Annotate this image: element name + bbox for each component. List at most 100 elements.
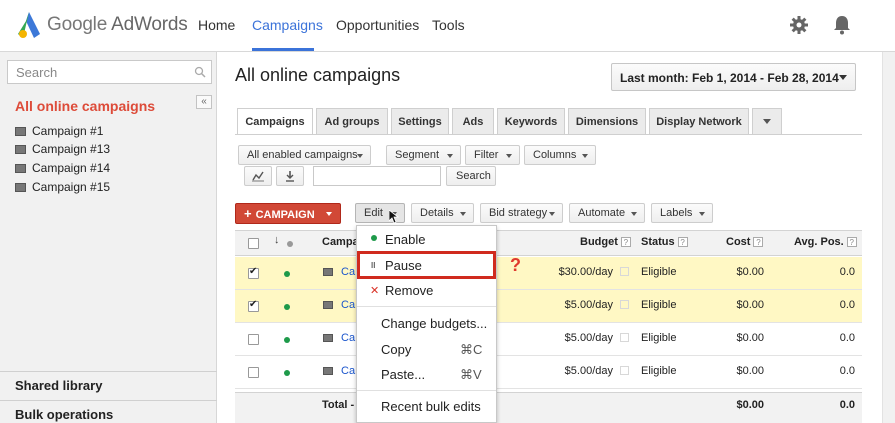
nav-opportunities[interactable]: Opportunities [336, 17, 419, 33]
sort-arrow-icon[interactable]: ↓ [274, 234, 280, 246]
campaign-name-link[interactable]: Ca [341, 266, 355, 278]
chevron-down-icon [447, 154, 453, 158]
nav-tools[interactable]: Tools [432, 17, 465, 33]
campaign-type-icon [323, 301, 333, 309]
logo-adwords-text: AdWords [111, 14, 188, 35]
columns-dropdown[interactable]: Columns [524, 145, 596, 165]
tab-display-network[interactable]: Display Network [649, 108, 749, 134]
menu-item-remove[interactable]: Remove [385, 283, 433, 298]
enabled-status-dot-icon[interactable] [284, 271, 290, 277]
campaign-folder-icon [15, 183, 26, 192]
mouse-cursor-icon [389, 210, 399, 224]
budget-edit-icon[interactable] [620, 267, 629, 276]
tab-campaigns[interactable]: Campaigns [237, 108, 313, 135]
download-icon [286, 171, 294, 182]
column-header-avg-pos-label: Avg. Pos. [794, 236, 844, 248]
tab-ads[interactable]: Ads [452, 108, 494, 134]
column-header-status[interactable]: Status? [641, 236, 688, 248]
table-search-input[interactable] [313, 166, 441, 186]
help-icon[interactable]: ? [677, 237, 688, 247]
labels-dropdown[interactable]: Labels [651, 203, 713, 223]
search-icon[interactable] [194, 66, 206, 78]
enabled-status-dot-icon[interactable] [284, 337, 290, 343]
notifications-bell-icon[interactable] [833, 15, 851, 35]
search-button[interactable]: Search [446, 166, 496, 186]
status-value: Eligible [641, 266, 677, 278]
page-scrollbar[interactable] [882, 52, 895, 423]
row-checkbox[interactable] [248, 334, 259, 345]
column-header-budget[interactable]: Budget? [580, 236, 631, 248]
row-checkbox[interactable] [248, 299, 259, 312]
row-checkbox[interactable] [248, 266, 259, 279]
tab-ad-groups[interactable]: Ad groups [316, 108, 388, 134]
column-header-cost[interactable]: Cost? [726, 236, 764, 248]
nav-home[interactable]: Home [198, 17, 235, 33]
select-all-checkbox[interactable] [248, 238, 259, 249]
campaign-type-icon [323, 367, 333, 375]
tab-keywords[interactable]: Keywords [497, 108, 565, 134]
plus-icon: + [244, 206, 252, 221]
column-header-cost-label: Cost [726, 236, 751, 248]
nav-active-indicator [252, 48, 314, 51]
tab-dimensions[interactable]: Dimensions [568, 108, 646, 134]
column-header-campaign[interactable]: Campa [322, 236, 359, 248]
budget-value[interactable]: $5.00/day [530, 299, 613, 311]
automate-dropdown[interactable]: Automate [569, 203, 645, 223]
row-checkbox[interactable] [248, 367, 259, 378]
enabled-status-dot-icon[interactable] [284, 304, 290, 310]
details-dropdown[interactable]: Details [411, 203, 474, 223]
enabled-status-dot-icon[interactable] [284, 370, 290, 376]
menu-item-copy[interactable]: Copy [381, 342, 411, 357]
sidebar-bulk-operations[interactable]: Bulk operations [15, 407, 113, 422]
sidebar-item-label: Campaign #15 [32, 180, 111, 194]
sidebar-item-campaign[interactable]: Campaign #15 [15, 180, 110, 194]
sidebar-shared-library[interactable]: Shared library [15, 378, 102, 393]
menu-item-change-budgets[interactable]: Change budgets... [381, 316, 487, 331]
status-value: Eligible [641, 299, 677, 311]
help-icon[interactable]: ? [753, 237, 764, 247]
campaign-name-link[interactable]: Ca [341, 365, 355, 377]
column-header-avg-pos[interactable]: Avg. Pos.? [794, 236, 857, 248]
budget-value[interactable]: $5.00/day [530, 332, 613, 344]
campaign-name-link[interactable]: Ca [341, 299, 355, 311]
tab-settings[interactable]: Settings [391, 108, 449, 134]
columns-label: Columns [533, 149, 577, 161]
help-icon[interactable]: ? [620, 237, 631, 247]
segment-dropdown[interactable]: Segment [386, 145, 461, 165]
date-range-selector[interactable]: Last month: Feb 1, 2014 - Feb 28, 2014 [611, 63, 856, 91]
menu-item-recent-bulk-edits[interactable]: Recent bulk edits [381, 399, 481, 414]
nav-campaigns[interactable]: Campaigns [252, 17, 323, 33]
bid-strategy-dropdown[interactable]: Bid strategy [480, 203, 563, 223]
sidebar-item-campaign[interactable]: Campaign #13 [15, 142, 110, 156]
sidebar-divider [0, 371, 217, 372]
chevron-down-icon [460, 212, 466, 216]
download-button[interactable] [276, 166, 304, 186]
status-filter-dropdown[interactable]: All enabled campaigns [238, 145, 371, 165]
sidebar-item-campaign[interactable]: Campaign #1 [15, 124, 103, 138]
total-avg-pos-value: 0.0 [839, 399, 855, 411]
filter-dropdown[interactable]: Filter [465, 145, 520, 165]
campaign-name-link[interactable]: Ca [341, 332, 355, 344]
add-campaign-button[interactable]: + CAMPAIGN [235, 203, 341, 224]
budget-edit-icon[interactable] [620, 300, 629, 309]
budget-value[interactable]: $5.00/day [530, 365, 613, 377]
budget-edit-icon[interactable] [620, 333, 629, 342]
sidebar-item-campaign[interactable]: Campaign #14 [15, 161, 110, 175]
product-logo[interactable]: Google AdWords [47, 14, 188, 36]
menu-item-enable[interactable]: Enable [385, 232, 425, 247]
budget-edit-icon[interactable] [620, 366, 629, 375]
sidebar-item-label: Campaign #1 [32, 124, 104, 138]
page-title: All online campaigns [235, 65, 401, 85]
chart-toggle-button[interactable] [244, 166, 272, 186]
budget-value[interactable]: $30.00/day [530, 266, 613, 278]
campaign-type-icon [323, 268, 333, 276]
gear-icon[interactable] [790, 16, 808, 34]
collapse-sidebar-button[interactable]: « [196, 95, 212, 109]
total-cost-value: $0.00 [736, 399, 764, 411]
help-icon[interactable]: ? [846, 237, 857, 247]
menu-separator [357, 306, 496, 307]
sidebar-title[interactable]: All online campaigns [15, 98, 155, 114]
tab-more[interactable] [752, 108, 782, 134]
sidebar-search-input[interactable]: Search [7, 60, 212, 84]
menu-item-paste[interactable]: Paste... [381, 367, 425, 382]
